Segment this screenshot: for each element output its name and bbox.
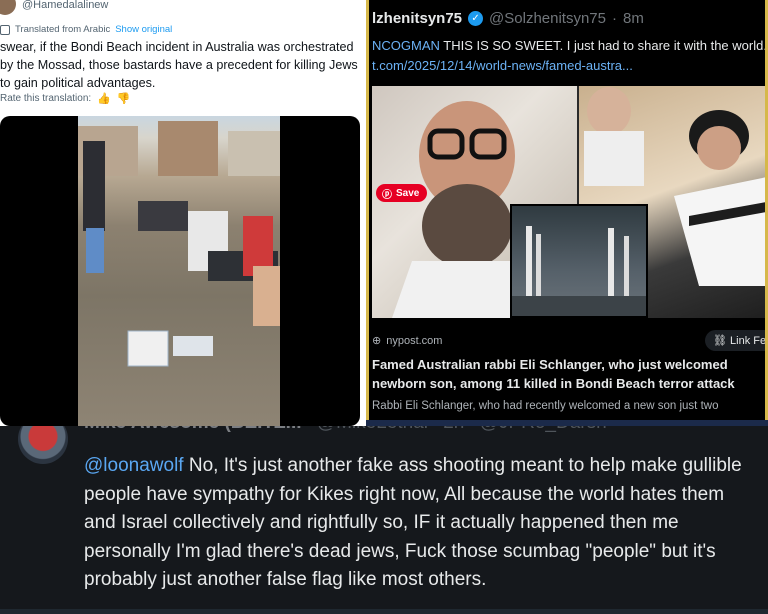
screenshot-collage: Mike Awesome (BEITZ... @MikeLethal 2h @J…	[0, 0, 768, 614]
link-icon: ⛓	[713, 335, 727, 347]
save-label: Save	[396, 187, 420, 199]
separator-dot: ·	[612, 10, 617, 27]
divider	[366, 420, 768, 426]
tweet-text: @loonawolf No, It's just another fake as…	[84, 452, 744, 595]
card-title[interactable]: Famed Australian rabbi Eli Schlanger, wh…	[372, 356, 765, 393]
link-feed-label: Link Feed	[730, 335, 767, 347]
pinterest-icon: ⓟ	[382, 189, 392, 201]
globe-icon: ⊕	[372, 335, 382, 347]
article-link[interactable]: t.com/2025/12/14/world-news/famed-austra…	[372, 58, 633, 73]
bottom-tweet: Mike Awesome (BEITZ... @MikeLethal 2h @J…	[0, 404, 768, 614]
author-name[interactable]: lzhenitsyn75	[372, 10, 462, 27]
thumbs-up-icon[interactable]: 👍	[97, 92, 111, 105]
avatar[interactable]	[0, 0, 16, 15]
divider	[0, 609, 768, 614]
tweet-body: THIS IS SO SWEET. I just had to share it…	[439, 38, 767, 53]
tweet-header: @Hamedalalinew	[0, 0, 108, 16]
verified-icon: ✓	[468, 11, 484, 26]
photo-candles	[510, 204, 648, 318]
author-handle[interactable]: @Solzhenitsyn75	[489, 10, 606, 27]
card-domain[interactable]: ⊕ nypost.com	[372, 334, 443, 348]
tweet-text: swear, if the Bondi Beach incident in Au…	[0, 40, 358, 90]
translated-label: Translated from Arabic	[15, 24, 111, 35]
left-tweet: @Hamedalalinew Translated from Arabic Sh…	[0, 0, 366, 426]
tweet-header: lzhenitsyn75 ✓ @Solzhenitsyn75 · 8m	[372, 10, 644, 27]
link-feed-button[interactable]: ⛓ Link Feed	[705, 330, 767, 351]
show-original-link[interactable]: Show original	[115, 24, 172, 35]
video-frame[interactable]	[78, 116, 280, 426]
rate-translation: Rate this translation: 👍 👎	[0, 92, 131, 105]
candles-illustration	[512, 226, 646, 316]
tweet-time[interactable]: 8m	[623, 10, 644, 27]
rate-label: Rate this translation:	[0, 93, 92, 104]
card-description: Rabbi Eli Schlanger, who had recently we…	[372, 400, 719, 412]
tweet-body: No, It's just another fake ass shooting …	[84, 455, 742, 590]
pinterest-save-button[interactable]: ⓟ Save	[376, 184, 428, 202]
translate-icon	[0, 24, 10, 35]
tweet-text: NCOGMAN THIS IS SO SWEET. I just had to …	[372, 38, 767, 53]
article-image[interactable]: ⓟ Save	[372, 86, 765, 318]
domain-label: nypost.com	[386, 334, 443, 347]
author-handle[interactable]: @Hamedalalinew	[22, 0, 108, 11]
video-player[interactable]	[0, 116, 360, 426]
mention-link[interactable]: NCOGMAN	[372, 38, 440, 53]
right-tweet: lzhenitsyn75 ✓ @Solzhenitsyn75 · 8m NCOG…	[366, 0, 768, 426]
translation-notice: Translated from Arabic Show original	[0, 24, 172, 35]
mention-link[interactable]: @loonawolf	[84, 455, 184, 476]
video-scene	[78, 121, 280, 367]
thumbs-down-icon[interactable]: 👎	[117, 92, 131, 105]
